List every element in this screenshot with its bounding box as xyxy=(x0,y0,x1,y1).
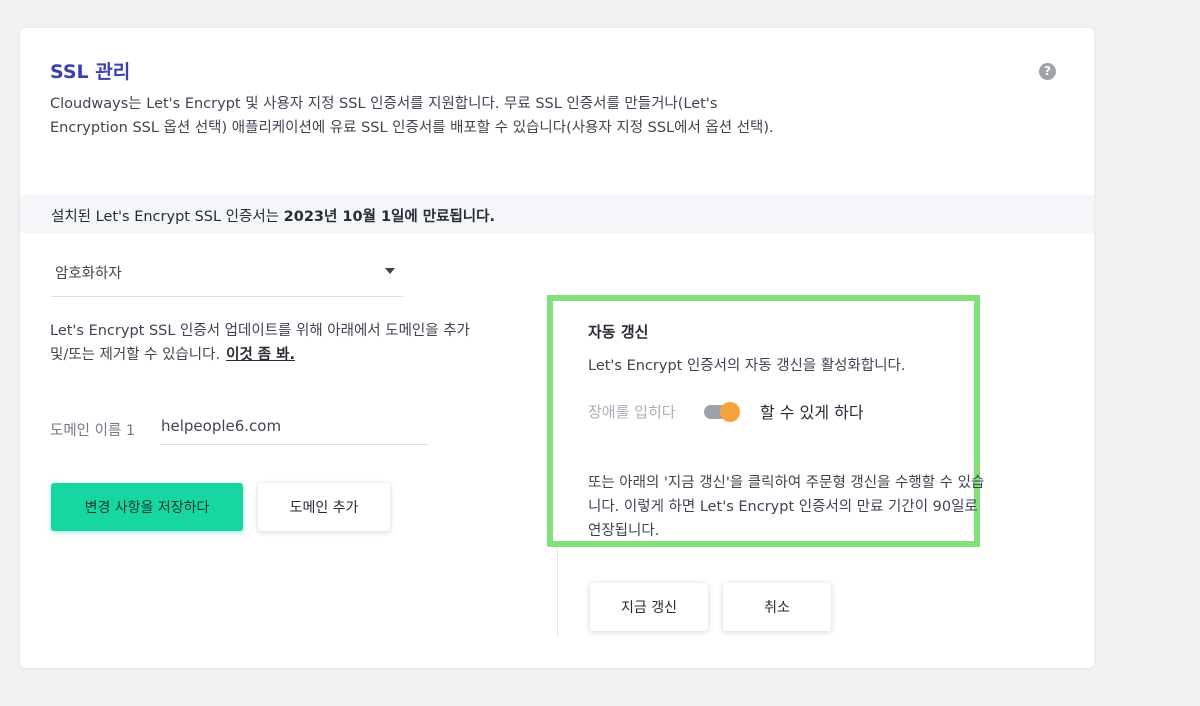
domain-name-label: 도메인 이름 1 xyxy=(50,423,136,439)
toggle-knob xyxy=(720,402,740,422)
ssl-management-panel: SSL 관리 ? Cloudways는 Let's Encrypt 및 사용자 … xyxy=(20,28,1094,668)
see-more-link[interactable]: 이것 좀 봐. xyxy=(226,347,295,363)
domain-name-input[interactable] xyxy=(160,408,429,445)
domain-help-text: Let's Encrypt SSL 인증서 업데이트를 위해 아래에서 도메인을… xyxy=(50,319,490,367)
toggle-on-label: 할 수 있게 하다 xyxy=(760,403,864,422)
auto-renew-subtitle: Let's Encrypt 인증서의 자동 갱신을 활성화합니다. xyxy=(588,358,906,374)
add-domain-button[interactable]: 도메인 추가 xyxy=(258,483,390,531)
page-title: SSL 관리 xyxy=(50,61,131,83)
toggle-off-label: 장애를 입히다 xyxy=(588,403,676,421)
auto-renew-title: 자동 갱신 xyxy=(588,323,649,341)
renew-now-button[interactable]: 지금 갱신 xyxy=(590,583,708,631)
caret-down-icon xyxy=(385,268,395,274)
auto-renew-note: 또는 아래의 '지금 갱신'을 클릭하여 주문형 갱신을 수행할 수 있습니다.… xyxy=(588,475,985,539)
certificate-type-value: 암호화하자 xyxy=(55,266,122,282)
expiry-banner: 설치된 Let's Encrypt SSL 인증서는 2023년 10월 1일에… xyxy=(20,195,1094,233)
help-icon[interactable]: ? xyxy=(1039,63,1056,80)
expiry-prefix: 설치된 Let's Encrypt SSL 인증서는 xyxy=(51,209,284,225)
expiry-text: 설치된 Let's Encrypt SSL 인증서는 2023년 10월 1일에… xyxy=(51,205,495,226)
cancel-button[interactable]: 취소 xyxy=(723,583,831,631)
column-divider xyxy=(557,548,558,638)
ssl-description: Cloudways는 Let's Encrypt 및 사용자 지정 SSL 인증… xyxy=(50,96,774,136)
expiry-date: 2023년 10월 1일에 만료됩니다. xyxy=(283,209,495,225)
certificate-type-select[interactable]: 암호화하자 xyxy=(51,256,403,297)
save-changes-button[interactable]: 변경 사항을 저장하다 xyxy=(51,483,243,531)
auto-renew-toggle[interactable] xyxy=(704,402,740,422)
